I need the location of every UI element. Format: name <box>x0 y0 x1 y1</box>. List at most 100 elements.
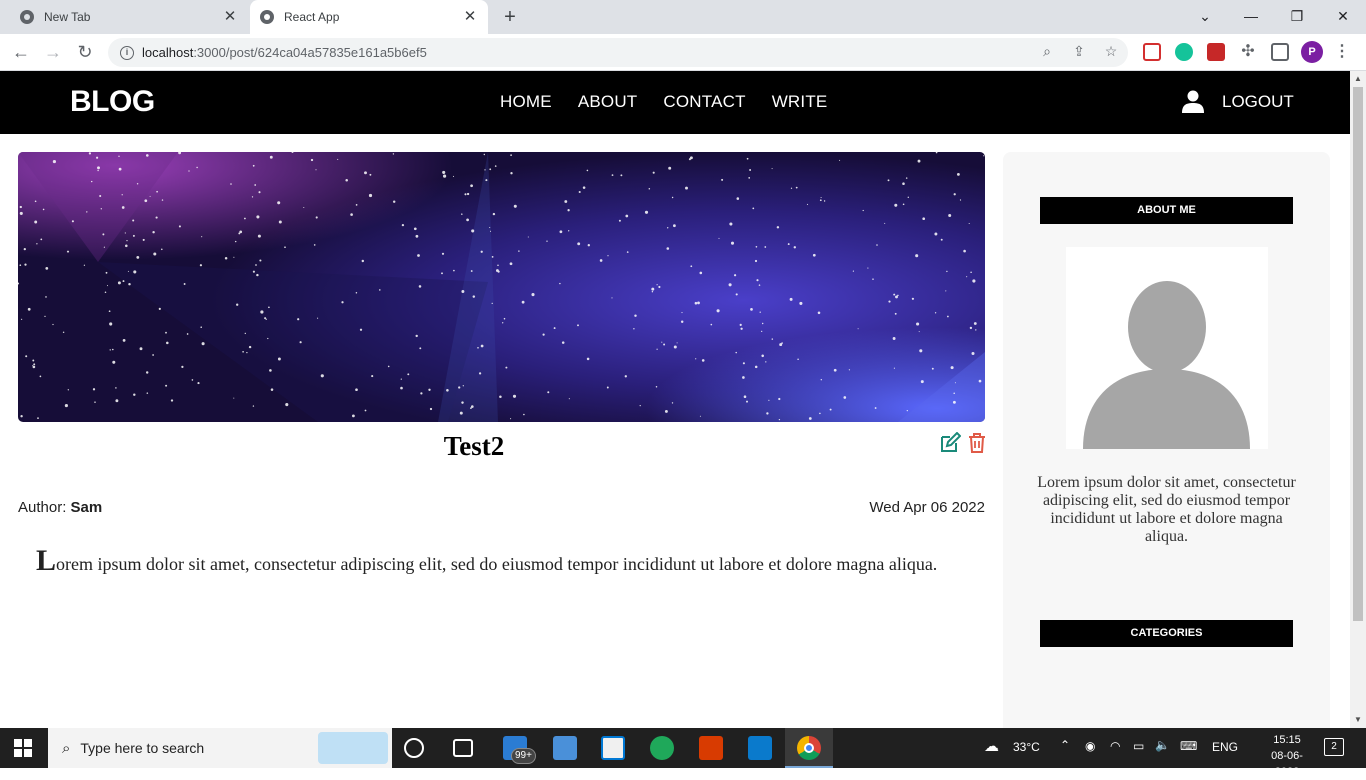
user-icon[interactable] <box>1181 89 1205 113</box>
edge-icon[interactable] <box>650 736 674 760</box>
site-navbar: BLOG HOME ABOUT CONTACT WRITE LOGOUT <box>0 71 1350 134</box>
scroll-down-icon[interactable]: ▼ <box>1350 712 1366 728</box>
back-arrow-icon[interactable]: ← <box>10 41 32 63</box>
taskbar-clock[interactable]: 15:15 08-06-2022 <box>1262 732 1312 780</box>
star-dot <box>778 418 781 421</box>
star-dot <box>109 322 113 326</box>
new-tab-button[interactable]: + <box>500 6 520 28</box>
profile-avatar[interactable]: P <box>1301 41 1323 63</box>
weather-cloud-icon[interactable]: ☁ <box>984 737 999 755</box>
star-dot <box>471 229 475 233</box>
more-menu-icon[interactable]: ⋮ <box>1334 41 1350 63</box>
star-dot <box>970 271 972 274</box>
restore-button[interactable]: ❐ <box>1286 6 1308 26</box>
extension-icon[interactable] <box>1207 43 1225 61</box>
taskbar-search-box[interactable]: ⌕ Type here to search <box>48 728 392 768</box>
nav-home-link[interactable]: HOME <box>500 92 552 112</box>
star-dot <box>34 220 38 224</box>
star-dot <box>874 407 877 409</box>
keyboard-icon[interactable]: ⌨ <box>1180 739 1197 753</box>
site-logo[interactable]: BLOG <box>70 85 155 119</box>
tab-new-tab[interactable]: New Tab ✕ <box>8 0 248 34</box>
vscode-icon[interactable] <box>748 736 772 760</box>
battery-icon[interactable]: ▭ <box>1133 739 1144 753</box>
task-view-icon[interactable] <box>453 739 473 757</box>
star-dot <box>950 366 954 370</box>
star-dot <box>510 154 512 156</box>
wifi-icon[interactable]: ◠ <box>1110 739 1120 753</box>
side-panel-icon[interactable] <box>1271 43 1289 61</box>
star-dot <box>466 218 469 222</box>
star-dot <box>685 186 688 190</box>
address-bar[interactable]: i localhost:3000/post/624ca04a57835e161a… <box>108 38 1128 67</box>
star-dot <box>477 347 479 349</box>
star-dot <box>67 389 69 391</box>
star-dot <box>269 155 273 159</box>
tab-react-app[interactable]: React App ✕ <box>250 0 488 34</box>
nav-contact-link[interactable]: CONTACT <box>663 92 745 112</box>
page-scrollbar[interactable]: ▲ ▼ <box>1350 71 1366 728</box>
tab-label: React App <box>284 10 340 24</box>
close-window-button[interactable]: ✕ <box>1332 6 1354 26</box>
cortana-icon[interactable] <box>404 738 424 758</box>
star-dot <box>32 365 36 369</box>
trash-icon[interactable] <box>967 432 987 454</box>
star-dot <box>462 385 464 387</box>
star-dot <box>494 165 497 167</box>
star-dot <box>743 395 747 398</box>
grammarly-icon[interactable] <box>1175 43 1193 61</box>
reload-icon[interactable]: ↻ <box>74 41 96 63</box>
bookmark-star-icon[interactable]: ☆ <box>1102 43 1120 60</box>
share-icon[interactable]: ⇪ <box>1070 43 1088 60</box>
star-dot <box>907 196 909 198</box>
star-dot <box>103 246 105 248</box>
scroll-thumb[interactable] <box>1353 87 1363 621</box>
language-indicator[interactable]: ENG <box>1212 740 1238 754</box>
meet-icon[interactable]: ◉ <box>1085 739 1095 753</box>
office-icon[interactable] <box>699 736 723 760</box>
temperature[interactable]: 33°C <box>1013 740 1040 754</box>
author-name[interactable]: Sam <box>71 499 103 516</box>
star-dot <box>920 380 924 384</box>
star-dot <box>178 225 181 228</box>
taskbar-chrome-active[interactable] <box>785 728 833 768</box>
extension-shield-icon[interactable] <box>1143 43 1161 61</box>
windows-start-icon[interactable] <box>14 739 32 757</box>
star-dot <box>503 317 506 320</box>
close-icon[interactable]: ✕ <box>462 9 478 25</box>
star-dot <box>664 409 668 413</box>
store-icon[interactable] <box>601 736 625 760</box>
app-icon[interactable] <box>553 736 577 760</box>
star-dot <box>531 293 535 297</box>
star-dot <box>742 376 745 379</box>
edit-icon[interactable] <box>939 432 961 454</box>
notification-center-icon[interactable]: 2 <box>1324 738 1344 756</box>
star-dot <box>510 418 512 420</box>
volume-icon[interactable]: 🔈 <box>1155 738 1170 752</box>
star-dot <box>268 306 270 309</box>
puzzle-icon[interactable]: ✣ <box>1239 43 1257 61</box>
star-dot <box>238 232 241 235</box>
info-icon[interactable]: i <box>120 45 134 60</box>
minimize-button[interactable]: — <box>1240 6 1262 26</box>
star-dot <box>161 248 163 251</box>
star-dot <box>735 293 738 296</box>
star-dot <box>509 262 513 266</box>
close-icon[interactable]: ✕ <box>222 9 238 25</box>
star-dot <box>484 169 486 171</box>
forward-arrow-icon[interactable]: → <box>42 41 64 63</box>
star-dot <box>254 184 257 186</box>
nav-write-link[interactable]: WRITE <box>772 92 828 112</box>
star-dot <box>663 343 666 346</box>
nav-about-link[interactable]: ABOUT <box>578 92 638 112</box>
star-dot <box>673 345 677 349</box>
logout-link[interactable]: LOGOUT <box>1222 92 1294 112</box>
tab-search-chevron-icon[interactable]: ⌄ <box>1194 6 1216 26</box>
star-dot <box>823 200 826 202</box>
star-dot <box>611 297 613 299</box>
zoom-icon[interactable]: ⌕ <box>1038 43 1056 60</box>
star-dot <box>553 327 556 330</box>
chevron-up-icon[interactable]: ⌃ <box>1060 738 1070 752</box>
scroll-up-icon[interactable]: ▲ <box>1350 71 1366 87</box>
star-dot <box>97 166 100 170</box>
